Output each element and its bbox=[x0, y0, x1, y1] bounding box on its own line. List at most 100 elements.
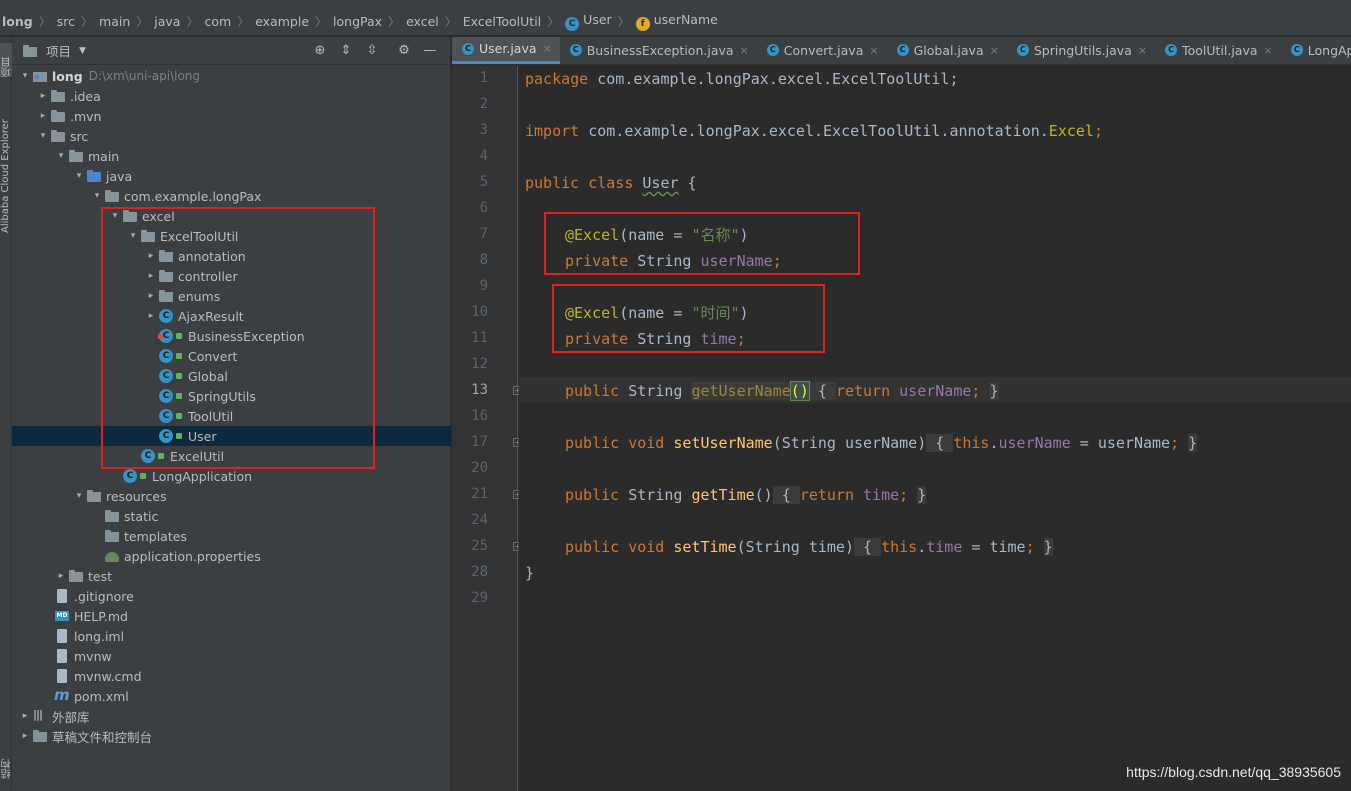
breadcrumb-item-exceltoolutil[interactable]: ExcelToolUtil bbox=[460, 14, 544, 29]
breadcrumb-item-com[interactable]: com bbox=[201, 14, 234, 29]
tab-springutils-java[interactable]: C SpringUtils.java × bbox=[1007, 37, 1155, 64]
cloud-explorer-tab[interactable]: Alibaba Cloud Explorer bbox=[0, 103, 12, 233]
project-tool-tab[interactable]: 项目 bbox=[0, 43, 13, 77]
close-icon[interactable]: × bbox=[740, 44, 749, 57]
tree-item-label: templates bbox=[124, 528, 187, 544]
close-icon[interactable]: × bbox=[1138, 44, 1147, 57]
panel-title[interactable]: 项目 bbox=[46, 41, 71, 60]
chevron-right-icon: 〉 bbox=[81, 15, 94, 29]
line-number-gutter[interactable]: 1 2 3 4 5 6 7 8 9 10 11 12 13 16 17 20 2… bbox=[452, 66, 522, 791]
tab-longapplication[interactable]: C LongApplication bbox=[1281, 37, 1351, 64]
close-icon[interactable]: × bbox=[1264, 44, 1273, 57]
tab-user-java[interactable]: C User.java × bbox=[452, 37, 560, 64]
tree-item-idea[interactable]: ▸ .idea bbox=[12, 86, 451, 106]
tree-item-templates[interactable]: templates bbox=[12, 526, 451, 546]
chevron-right-icon[interactable]: ▸ bbox=[36, 111, 50, 121]
target-icon[interactable]: ⊕ bbox=[312, 43, 328, 59]
tree-item-scratches[interactable]: ▸ 草稿文件和控制台 bbox=[12, 726, 451, 746]
folded-block-close[interactable]: } bbox=[1043, 538, 1053, 556]
chevron-right-icon: 〉 bbox=[315, 15, 328, 29]
line-number: 12 bbox=[471, 356, 488, 372]
tree-item-long-iml[interactable]: long.iml bbox=[12, 626, 451, 646]
tree-item-resources[interactable]: ▾ resources bbox=[12, 486, 451, 506]
tree-item-pom-xml[interactable]: pom.xml bbox=[12, 686, 451, 706]
chevron-right-icon[interactable]: ▸ bbox=[36, 91, 50, 101]
tab-toolutil-java[interactable]: C ToolUtil.java × bbox=[1155, 37, 1281, 64]
tree-item-mvn[interactable]: ▸ .mvn bbox=[12, 106, 451, 126]
tree-item-longapplication[interactable]: LongApplication bbox=[12, 466, 451, 486]
code-editor[interactable]: package com.example.longPax.excel.ExcelT… bbox=[519, 66, 1351, 791]
punctuation: ; bbox=[1170, 434, 1189, 452]
tree-item-gitignore[interactable]: .gitignore bbox=[12, 586, 451, 606]
chevron-down-icon[interactable]: ▾ bbox=[72, 491, 86, 501]
breadcrumb-item-example[interactable]: example bbox=[252, 14, 312, 29]
close-icon[interactable]: × bbox=[543, 42, 552, 55]
tree-item-static[interactable]: static bbox=[12, 506, 451, 526]
breadcrumb-item-long[interactable]: long bbox=[2, 14, 36, 29]
breadcrumb-item-username[interactable]: f userName bbox=[633, 12, 721, 31]
tree-item-application-properties[interactable]: application.properties bbox=[12, 546, 451, 566]
folded-block-open[interactable]: { bbox=[808, 382, 836, 400]
tree-item-mvnw-cmd[interactable]: mvnw.cmd bbox=[12, 666, 451, 686]
breadcrumb-item-src[interactable]: src bbox=[54, 14, 78, 29]
folder-icon bbox=[68, 149, 84, 163]
close-icon[interactable]: × bbox=[990, 44, 999, 57]
markdown-icon bbox=[54, 609, 70, 623]
close-icon[interactable]: × bbox=[869, 44, 878, 57]
chevron-right-icon[interactable]: ▸ bbox=[18, 711, 32, 721]
chevron-down-icon[interactable]: ▾ bbox=[36, 131, 50, 141]
tree-item-main[interactable]: ▾ main bbox=[12, 146, 451, 166]
keyword: this bbox=[953, 434, 990, 452]
chevron-down-icon[interactable]: ▼ bbox=[79, 46, 86, 56]
folded-block-open[interactable]: { bbox=[854, 538, 882, 556]
tree-item-test[interactable]: ▸ test bbox=[12, 566, 451, 586]
breadcrumb-item-main[interactable]: main bbox=[96, 14, 133, 29]
folded-block-close[interactable]: } bbox=[989, 382, 999, 400]
chevron-down-icon[interactable]: ▾ bbox=[90, 191, 104, 201]
tree-item-com-example-longpax[interactable]: ▾ com.example.longPax bbox=[12, 186, 451, 206]
tab-convert-java[interactable]: C Convert.java × bbox=[757, 37, 887, 64]
breadcrumb-item-longpax[interactable]: longPax bbox=[330, 14, 385, 29]
tree-item-src[interactable]: ▾ src bbox=[12, 126, 451, 146]
expand-all-icon[interactable]: ⇕ bbox=[338, 43, 354, 59]
folded-block-close[interactable]: } bbox=[1188, 434, 1198, 452]
tree-item-path: D:\xm\uni-api\long bbox=[88, 69, 201, 83]
gear-icon[interactable]: ⚙ bbox=[396, 43, 412, 59]
editor-tabs: C User.java × C BusinessException.java × C Co… bbox=[452, 37, 1351, 65]
tab-label: LongApplication bbox=[1307, 42, 1351, 58]
tab-businessexception-java[interactable]: C BusinessException.java × bbox=[560, 37, 757, 64]
tab-global-java[interactable]: C Global.java × bbox=[887, 37, 1007, 64]
code-line-21: public String getTime() { return time; } bbox=[565, 482, 927, 508]
chevron-right-icon: 〉 bbox=[388, 15, 401, 29]
field-name: time bbox=[926, 538, 963, 556]
chevron-down-icon[interactable]: ▾ bbox=[72, 171, 86, 181]
breadcrumb-item-java[interactable]: java bbox=[151, 14, 183, 29]
chevron-right-icon[interactable]: ▸ bbox=[54, 571, 68, 581]
chevron-right-icon[interactable]: ▸ bbox=[18, 731, 32, 741]
tree-item-mvnw[interactable]: mvnw bbox=[12, 646, 451, 666]
breadcrumb-item-user[interactable]: C User bbox=[562, 12, 615, 31]
structure-tool-tab[interactable]: 结构 bbox=[0, 745, 13, 779]
line-number: 8 bbox=[479, 252, 488, 268]
tree-item-external-libraries[interactable]: ▸ 外部库 bbox=[12, 706, 451, 726]
tab-label: ToolUtil.java bbox=[1182, 42, 1258, 58]
chevron-down-icon[interactable]: ▾ bbox=[54, 151, 68, 161]
folder-icon bbox=[50, 109, 66, 123]
folded-block-open[interactable]: { bbox=[926, 434, 954, 452]
code-text: String bbox=[619, 382, 692, 400]
minimize-icon[interactable]: — bbox=[422, 43, 438, 59]
class-icon: C bbox=[766, 44, 779, 56]
tree-item-help-md[interactable]: HELP.md bbox=[12, 606, 451, 626]
folded-block-open[interactable]: { bbox=[772, 486, 800, 504]
tree-item-java[interactable]: ▾ java bbox=[12, 166, 451, 186]
tab-label: SpringUtils.java bbox=[1033, 42, 1132, 58]
line-number: 4 bbox=[479, 148, 488, 164]
tree-item-long[interactable]: ▾ long D:\xm\uni-api\long bbox=[12, 66, 451, 86]
method-name: getUserName bbox=[691, 382, 791, 400]
breadcrumb-item-excel[interactable]: excel bbox=[403, 14, 442, 29]
collapse-all-icon[interactable]: ⇳ bbox=[364, 43, 380, 59]
chevron-down-icon[interactable]: ▾ bbox=[18, 71, 32, 81]
field-name: time bbox=[854, 486, 900, 504]
resources-folder-icon bbox=[86, 489, 102, 503]
folded-block-close[interactable]: } bbox=[917, 486, 927, 504]
